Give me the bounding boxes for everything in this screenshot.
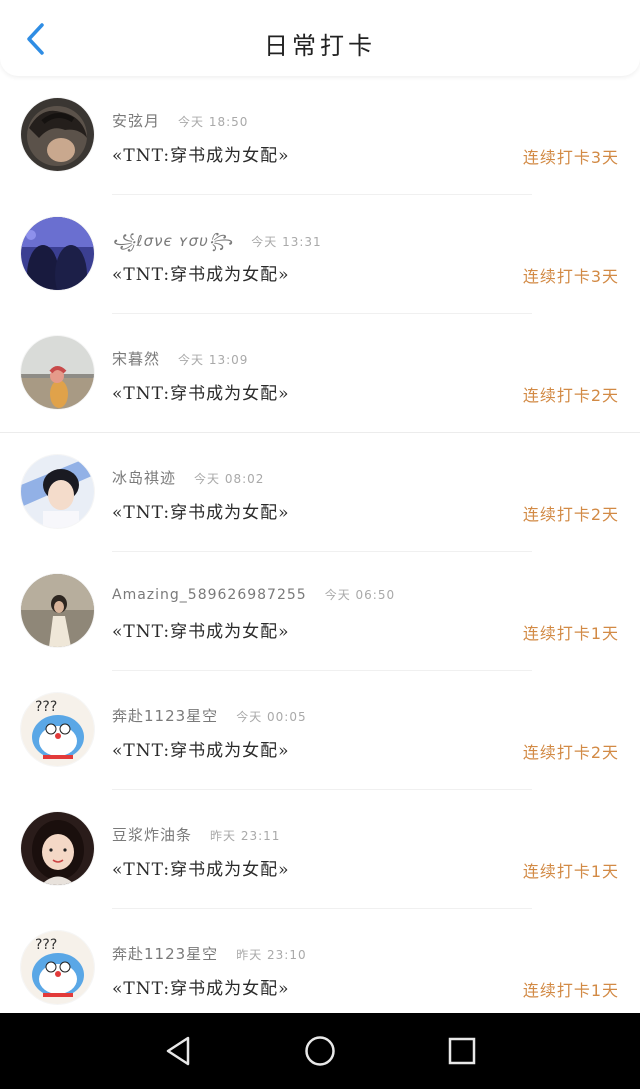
list-item[interactable]: 冰岛祺迹 今天 08:02 «TNT:穿书成为女配» 连续打卡2天 [0,433,640,552]
checkin-time: 今天 13:09 [178,353,249,367]
user-name: ꧁ℓσνє ʏσυ꧂ [112,232,234,250]
user-name: 豆浆炸油条 [112,826,193,844]
svg-text:???: ??? [35,937,57,953]
nav-home-button[interactable] [300,1031,340,1071]
book-title: «TNT:穿书成为女配» [112,503,290,523]
page-title: 日常打卡 [264,32,376,60]
header-bar: 日常打卡 [0,0,640,76]
streak-label: 连续打卡2天 [522,386,619,405]
checkin-list: 安弦月 今天 18:50 «TNT:穿书成为女配» 连续打卡3天 ꧁ℓσνє ʏ… [0,76,640,1013]
user-name: 奔赴1123星空 [112,707,219,725]
user-name: 奔赴1123星空 [112,945,219,963]
list-item[interactable]: 安弦月 今天 18:50 «TNT:穿书成为女配» 连续打卡3天 [0,76,640,195]
streak-label: 连续打卡2天 [522,505,619,524]
streak-label: 连续打卡3天 [522,148,619,167]
user-name: 宋暮然 [112,350,161,368]
book-title: «TNT:穿书成为女配» [112,384,290,404]
avatar[interactable]: ??? [21,931,94,1004]
book-title: «TNT:穿书成为女配» [112,146,290,166]
streak-label: 连续打卡1天 [522,862,619,881]
avatar[interactable]: ??? [21,693,94,766]
checkin-time: 今天 06:50 [324,588,396,602]
streak-label: 连续打卡3天 [522,267,619,286]
system-nav-bar [0,1013,640,1089]
avatar[interactable] [21,574,94,647]
checkin-time: 今天 13:31 [251,235,322,249]
avatar[interactable] [21,812,94,885]
circle-home-icon [305,1036,335,1066]
avatar[interactable] [21,336,94,409]
list-item[interactable]: ??? 奔赴1123星空 今天 00:05 «TNT:穿书成为女配» 连续打卡2… [0,671,640,790]
checkin-time: 今天 18:50 [178,115,249,129]
nav-back-button[interactable] [158,1031,198,1071]
avatar[interactable] [21,217,94,290]
checkin-time: 昨天 23:11 [210,829,281,843]
list-item[interactable]: 豆浆炸油条 昨天 23:11 «TNT:穿书成为女配» 连续打卡1天 [0,790,640,909]
list-item[interactable]: ꧁ℓσνє ʏσυ꧂ 今天 13:31 «TNT:穿书成为女配» 连续打卡3天 [0,195,640,314]
checkin-time: 今天 08:02 [194,472,265,486]
avatar[interactable] [21,98,94,171]
book-title: «TNT:穿书成为女配» [112,979,290,999]
square-recent-icon [448,1037,476,1065]
svg-text:???: ??? [35,699,57,715]
user-name: Amazing_589626987255 [112,587,307,603]
checkin-time: 昨天 23:10 [236,948,307,962]
book-title: «TNT:穿书成为女配» [112,860,290,880]
avatar[interactable] [21,455,94,528]
book-title: «TNT:穿书成为女配» [112,741,290,761]
streak-label: 连续打卡2天 [522,743,619,762]
streak-label: 连续打卡1天 [522,624,619,643]
user-name: 安弦月 [112,112,161,130]
book-title: «TNT:穿书成为女配» [112,265,290,285]
list-item[interactable]: ??? 奔赴1123星空 昨天 23:10 «TNT:穿书成为女配» 连续打卡1… [0,909,640,1013]
checkin-time: 今天 00:05 [236,710,307,724]
list-item[interactable]: 宋暮然 今天 13:09 «TNT:穿书成为女配» 连续打卡2天 [0,314,640,433]
nav-recent-button[interactable] [442,1031,482,1071]
triangle-back-icon [166,1036,190,1066]
user-name: 冰岛祺迹 [112,469,177,487]
streak-label: 连续打卡1天 [522,981,619,1000]
list-item[interactable]: Amazing_589626987255 今天 06:50 «TNT:穿书成为女… [0,552,640,671]
book-title: «TNT:穿书成为女配» [112,622,290,642]
